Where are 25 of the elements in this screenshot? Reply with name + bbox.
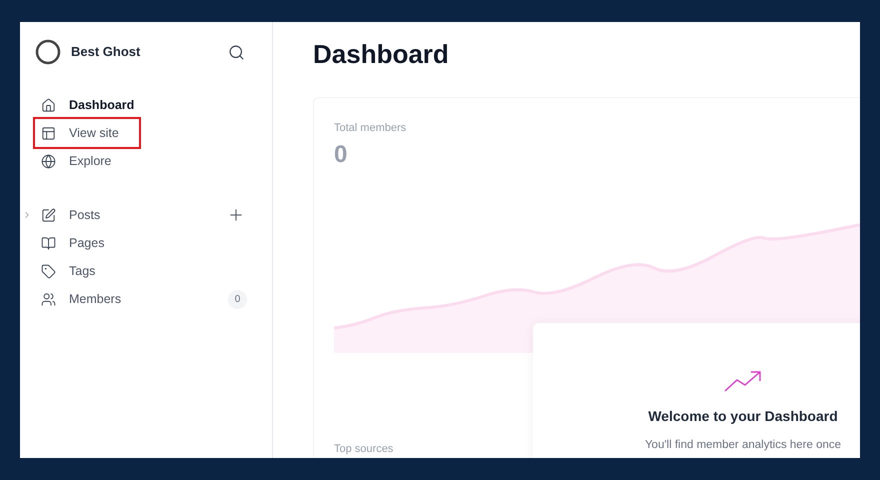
book-icon <box>41 236 56 250</box>
page-title: Dashboard <box>313 38 450 70</box>
nav-item[interactable]: Tags <box>35 262 102 280</box>
nav-item[interactable]: Pages <box>35 234 110 252</box>
nav-item[interactable]: View site <box>35 119 139 147</box>
member-total: 0 <box>334 140 348 170</box>
card-label: Total members <box>334 121 408 136</box>
member-count: 0 <box>228 290 247 308</box>
edit-icon <box>41 208 56 222</box>
welcome-title: Welcome to your Dashboard <box>648 407 838 426</box>
trend-icon <box>723 369 763 393</box>
layout-icon <box>41 126 56 140</box>
nav-item[interactable]: Explore <box>35 147 139 175</box>
nav-item[interactable]: Members <box>35 290 128 308</box>
section-label: Top sources <box>334 442 394 457</box>
search-button[interactable] <box>228 44 245 60</box>
tag-icon <box>41 264 56 278</box>
home-icon <box>41 98 56 112</box>
globe-icon <box>41 154 56 168</box>
site-name: Best Ghost <box>71 43 140 62</box>
users-icon <box>41 292 56 306</box>
logo-icon <box>35 39 61 65</box>
nav-item[interactable]: Posts <box>35 206 106 224</box>
nav-item[interactable]: Dashboard <box>35 91 139 119</box>
welcome-text: You'll find member analytics here once <box>644 438 842 453</box>
